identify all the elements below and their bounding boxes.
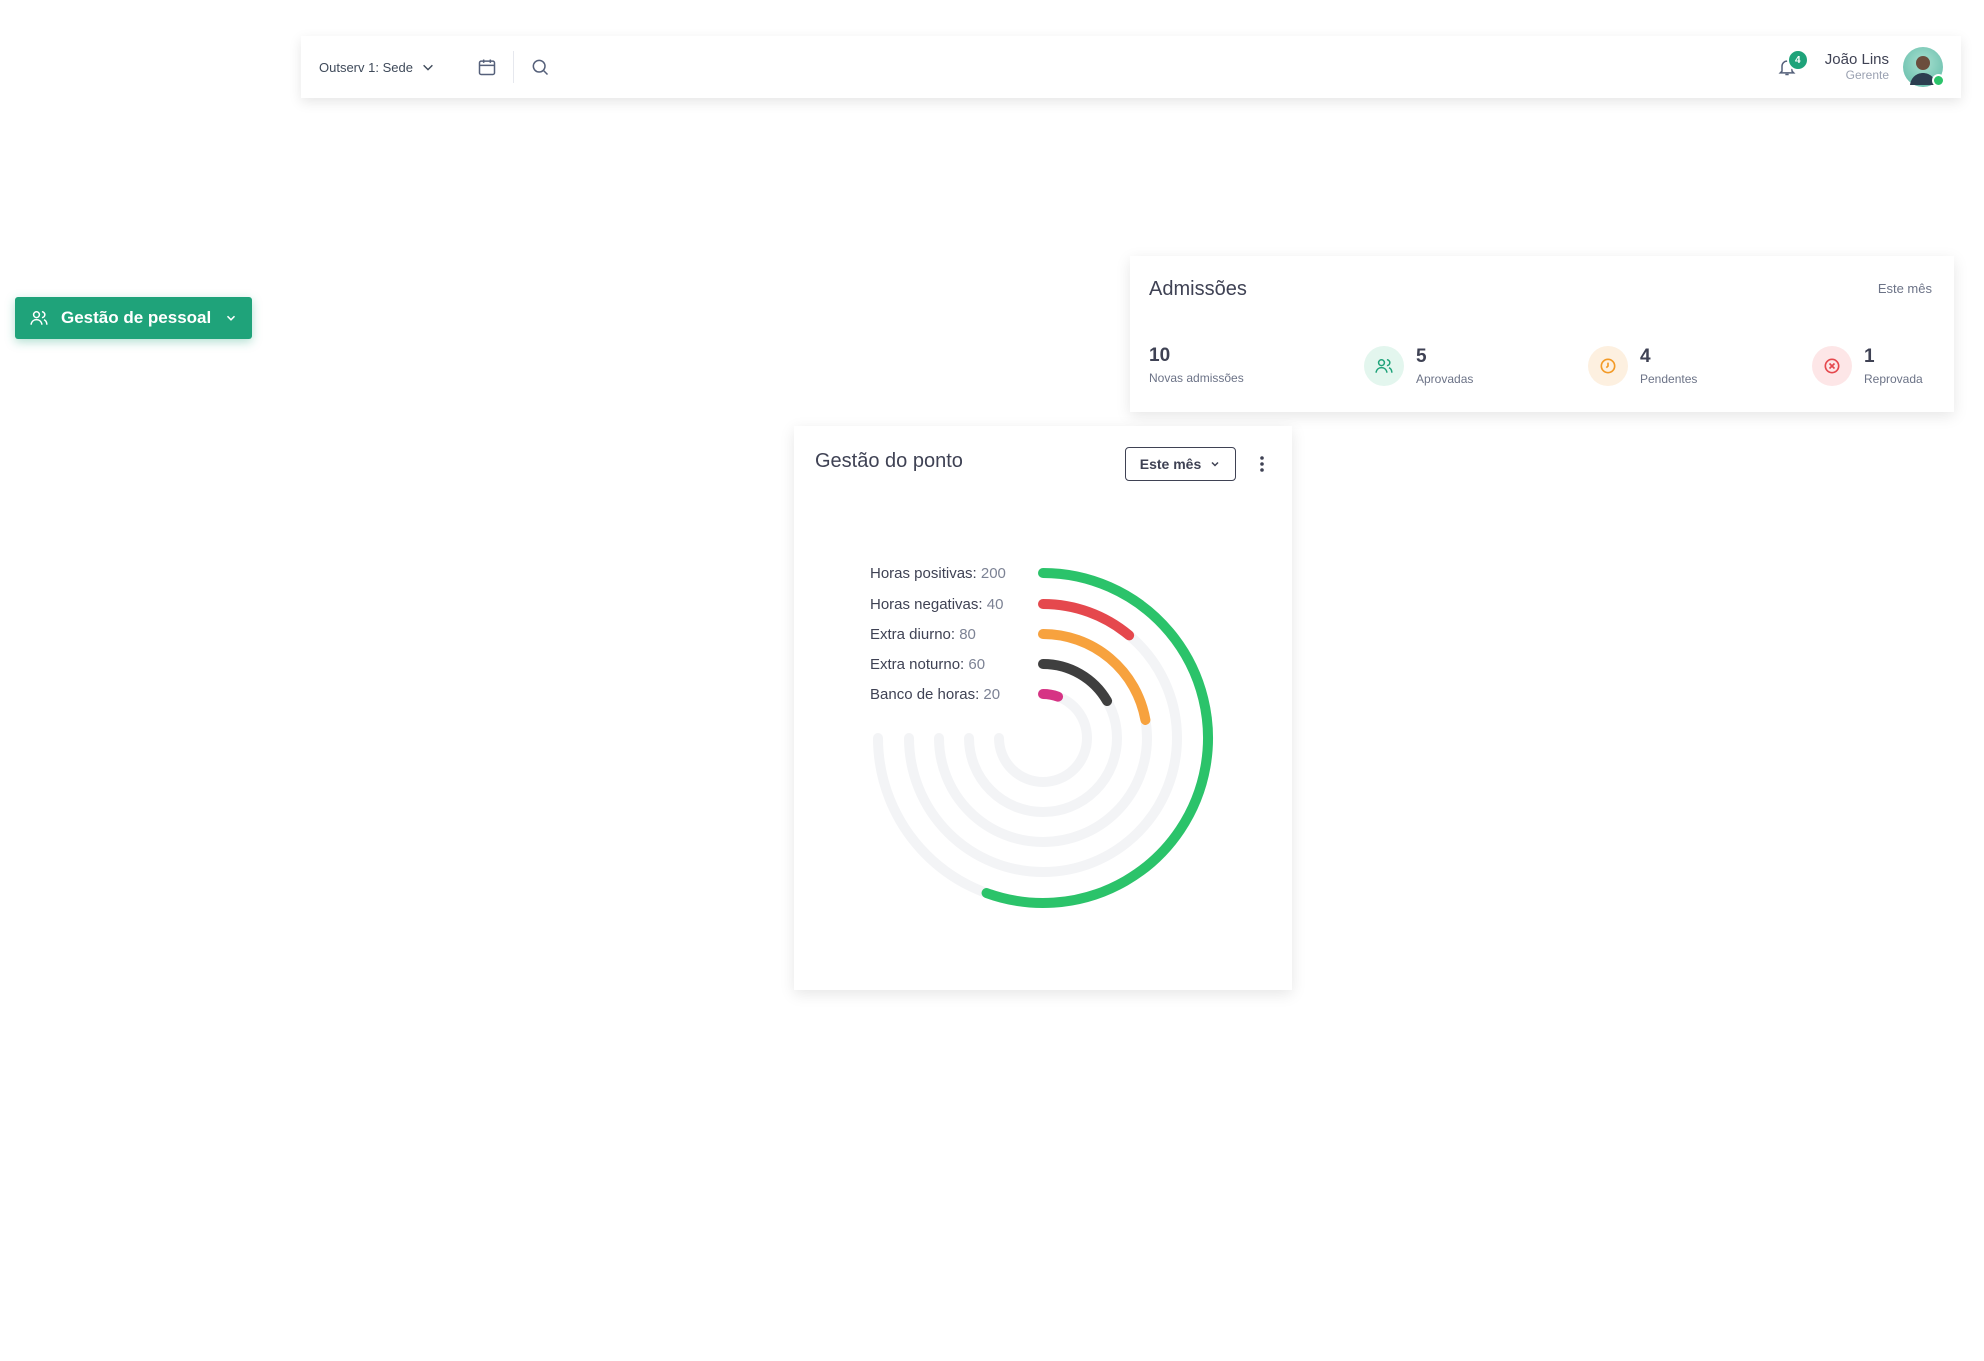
calendar-icon[interactable] <box>475 55 499 79</box>
admissions-period[interactable]: Este mês <box>1878 281 1932 296</box>
stat-label: Aprovadas <box>1416 371 1474 386</box>
radial-bar-chart: Horas positivas: 200 Horas negativas: 40 E… <box>870 565 1213 908</box>
chart-track <box>904 599 1182 877</box>
chevron-down-icon <box>226 315 236 321</box>
stat-label: Pendentes <box>1640 371 1698 386</box>
clock-icon <box>1588 346 1628 386</box>
series-value: 20 <box>983 686 1000 703</box>
series-label: Horas negativas: 40 <box>870 596 1003 613</box>
user-role: Gerente <box>1845 67 1889 82</box>
series-value: 40 <box>987 596 1004 613</box>
branch-label: Outserv 1: Sede <box>319 59 413 75</box>
user-area: 4 João Lins Gerente <box>1773 47 1945 87</box>
series-name: Horas negativas: <box>870 596 987 613</box>
stat-label: Reprovada <box>1864 371 1923 386</box>
stat-value: 1 <box>1864 345 1875 367</box>
nav-gestao-pessoal[interactable]: Gestão de pessoal <box>15 297 252 339</box>
stat-pending[interactable]: 4 Pendentes <box>1588 346 1697 386</box>
stat-new-admissions[interactable]: 10 Novas admissões <box>1149 346 1244 385</box>
user-name: João Lins <box>1824 51 1889 69</box>
stat-rejected[interactable]: 1 Reprovada <box>1812 346 1923 386</box>
stat-label: Novas admissões <box>1149 371 1244 385</box>
avatar[interactable] <box>1903 47 1945 87</box>
online-status-indicator <box>1932 74 1945 87</box>
series-label: Extra noturno: 60 <box>870 656 985 673</box>
stat-approved[interactable]: 5 Aprovadas <box>1364 346 1473 386</box>
series-value: 60 <box>968 656 985 673</box>
series-name: Banco de horas: <box>870 686 983 703</box>
branch-selector[interactable]: Outserv 1: Sede <box>319 60 435 75</box>
search-icon[interactable] <box>528 55 552 79</box>
stat-value: 10 <box>1149 345 1171 366</box>
top-bar: Outserv 1: Sede 4 João Lins Gerente <box>301 36 1961 98</box>
admissions-title: Admissões <box>1149 278 1247 300</box>
series-name: Horas positivas: <box>870 565 981 582</box>
series-name: Extra noturno: <box>870 656 968 673</box>
nav-label: Gestão de pessoal <box>61 308 212 327</box>
series-label: Horas positivas: 200 <box>870 565 1006 582</box>
stat-value: 5 <box>1416 345 1427 367</box>
users-icon <box>30 311 48 325</box>
series-label: Extra diurno: 80 <box>870 626 976 643</box>
chart-bar <box>1038 688 1064 702</box>
user-info[interactable]: João Lins Gerente <box>1825 51 1889 82</box>
series-label: Banco de horas: 20 <box>870 686 1000 703</box>
notification-badge: 4 <box>1786 49 1809 71</box>
series-value: 200 <box>981 565 1006 582</box>
bell-icon[interactable]: 4 <box>1773 49 1809 81</box>
stat-value: 4 <box>1640 345 1651 367</box>
admissions-card: Admissões Este mês 10 Novas admissões 5 … <box>1130 256 1954 412</box>
users-icon <box>1364 346 1404 386</box>
divider <box>512 51 514 83</box>
series-value: 80 <box>959 626 976 643</box>
chevron-down-icon <box>423 64 433 71</box>
x-circle-icon <box>1812 346 1852 386</box>
chart-track <box>994 689 1092 787</box>
series-name: Extra diurno: <box>870 626 959 643</box>
ponto-card: Gestão do ponto Este mês Horas positivas… <box>794 426 1292 990</box>
chart-bar <box>1038 629 1151 725</box>
